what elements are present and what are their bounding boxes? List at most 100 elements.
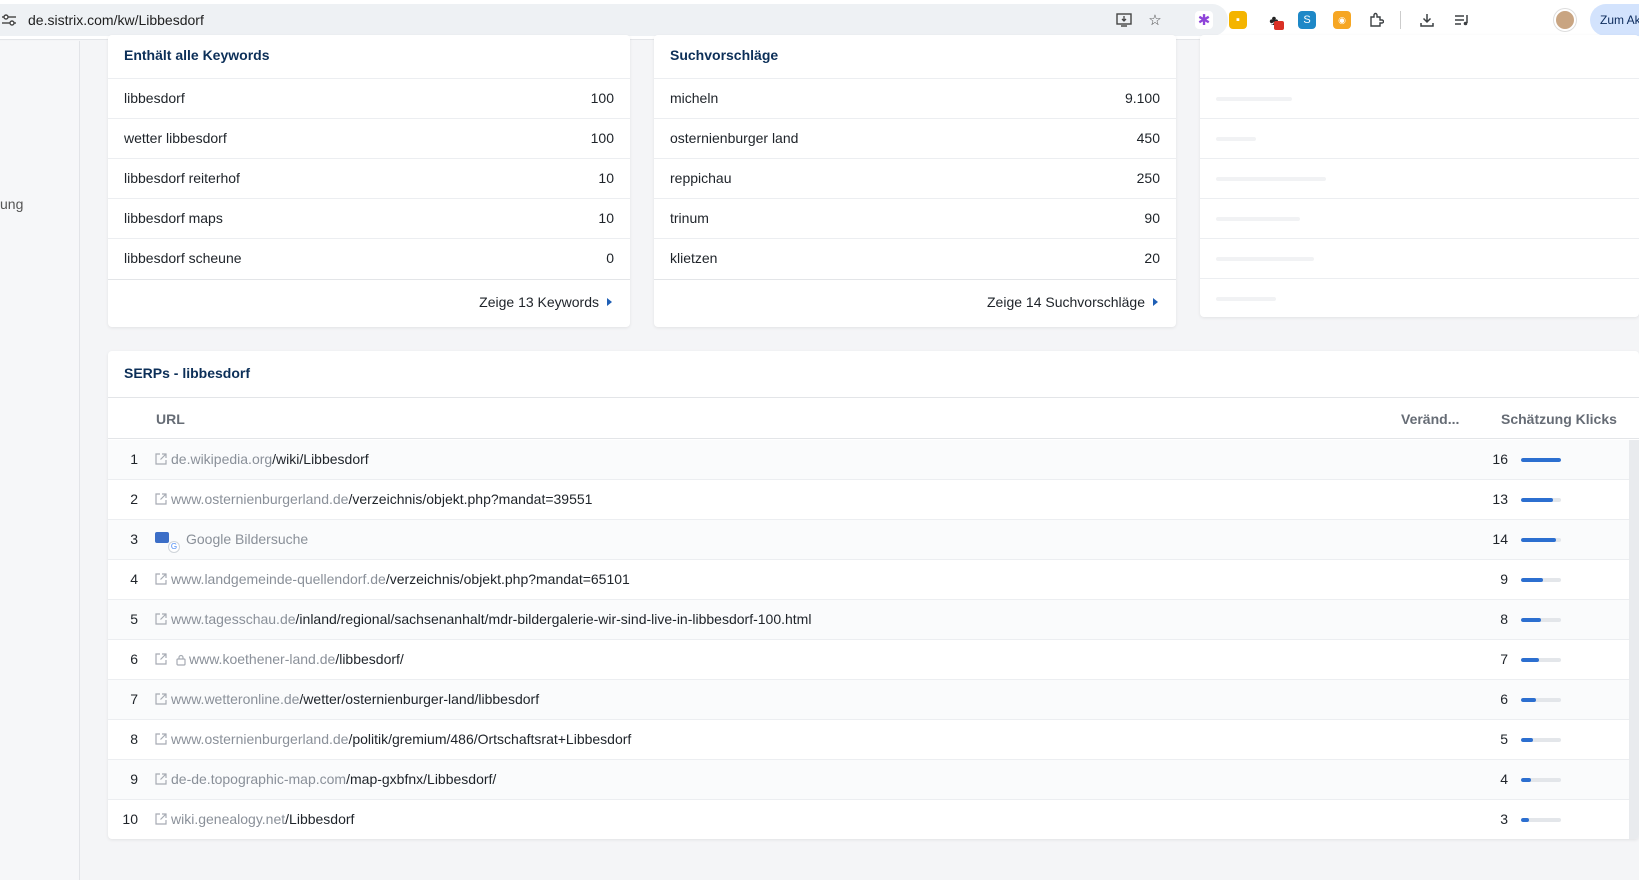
- serp-url-link[interactable]: www.osternienburgerland.de/politik/gremi…: [171, 731, 631, 747]
- placeholder-row: [1200, 118, 1639, 158]
- clicks-bar-fill: [1521, 538, 1557, 542]
- clicks-bar-fill: [1521, 818, 1529, 822]
- media-playlist-icon[interactable]: [1452, 10, 1472, 30]
- clicks-bar-fill: [1521, 458, 1561, 462]
- keyword-row[interactable]: wetter libbesdorf 100: [108, 118, 630, 158]
- serps-card: SERPs - libbesdorf URL Veränd... Schätzu…: [108, 351, 1639, 839]
- bookmark-star-icon[interactable]: ☆: [1146, 11, 1164, 29]
- keyword-row[interactable]: libbesdorf 100: [108, 78, 630, 118]
- keyword-name[interactable]: wetter libbesdorf: [124, 130, 227, 146]
- serp-row[interactable]: 4 www.landgemeinde-quellendorf.de/verzeic…: [108, 560, 1639, 600]
- keywords-card-footer: Zeige 13 Keywords: [108, 279, 630, 327]
- serp-url-link[interactable]: www.wetteronline.de/wetter/osternienburg…: [171, 691, 539, 707]
- suggestion-row[interactable]: osternienburger land 450: [654, 118, 1176, 158]
- serp-row[interactable]: 10 wiki.genealogy.net/Libbesdorf 3: [108, 800, 1639, 839]
- extensions-puzzle-icon[interactable]: [1366, 10, 1386, 30]
- lock-icon: [175, 653, 187, 666]
- keyword-row[interactable]: libbesdorf maps 10: [108, 198, 630, 238]
- suggestion-row[interactable]: klietzen 20: [654, 238, 1176, 278]
- serp-url-link[interactable]: Google Bildersuche: [186, 531, 308, 547]
- serp-clicks-value: 5: [1500, 731, 1508, 747]
- serp-url-host: wiki.genealogy.net: [171, 811, 286, 827]
- extension-orange-icon[interactable]: ◉: [1333, 11, 1351, 29]
- serp-row[interactable]: 2 www.osternienburgerland.de/verzeichnis/…: [108, 480, 1639, 520]
- show-suggestions-label: Zeige 14 Suchvorschläge: [987, 294, 1145, 310]
- serp-url-link[interactable]: de-de.topographic-map.com/map-gxbfnx/Lib…: [171, 771, 496, 787]
- browser-toolbar: de.sistrix.com/kw/Libbesdorf ☆ ✱ ▪ ♣ S ◉…: [0, 0, 1639, 40]
- keyword-name[interactable]: libbesdorf: [124, 90, 185, 106]
- column-header-url[interactable]: URL: [156, 411, 185, 427]
- sidebar-item-label[interactable]: ung: [0, 196, 23, 212]
- install-app-icon[interactable]: [1115, 11, 1133, 29]
- column-header-change[interactable]: Veränd...: [1401, 411, 1459, 427]
- keyword-name[interactable]: libbesdorf maps: [124, 210, 223, 226]
- suggestion-name[interactable]: micheln: [670, 90, 718, 106]
- serp-clicks-value: 16: [1492, 451, 1508, 467]
- suggestion-row[interactable]: trinum 90: [654, 198, 1176, 238]
- show-keywords-link[interactable]: Zeige 13 Keywords: [479, 294, 612, 310]
- external-link-icon[interactable]: [155, 493, 167, 505]
- suggestions-card-title: Suchvorschläge: [670, 47, 779, 63]
- column-header-clicks[interactable]: Schätzung Klicks: [1501, 411, 1617, 427]
- serp-rank: 10: [122, 811, 138, 827]
- keyword-name[interactable]: libbesdorf reiterhof: [124, 170, 240, 186]
- serp-clicks-value: 9: [1500, 571, 1508, 587]
- caret-right-icon: [607, 298, 612, 306]
- external-link-icon[interactable]: [155, 733, 167, 745]
- placeholder-bar: [1216, 177, 1326, 181]
- serp-url-host: Google Bildersuche: [186, 531, 309, 547]
- serp-row[interactable]: 1 de.wikipedia.org/wiki/Libbesdorf 16: [108, 440, 1639, 480]
- clicks-bar-fill: [1521, 698, 1537, 702]
- external-link-icon[interactable]: [155, 653, 167, 665]
- suggestion-name[interactable]: reppichau: [670, 170, 732, 186]
- suggestion-row[interactable]: reppichau 250: [654, 158, 1176, 198]
- serp-url-host: de-de.topographic-map.com: [171, 771, 347, 787]
- external-link-icon[interactable]: [155, 573, 167, 585]
- serp-rank: 2: [130, 491, 138, 507]
- keyword-row[interactable]: libbesdorf scheune 0: [108, 238, 630, 278]
- site-settings-icon[interactable]: [2, 14, 16, 26]
- serp-row[interactable]: 7 www.wetteronline.de/wetter/osternienbur…: [108, 680, 1639, 720]
- serp-url-link[interactable]: www.tagesschau.de/inland/regional/sachse…: [171, 611, 811, 627]
- show-suggestions-link[interactable]: Zeige 14 Suchvorschläge: [987, 294, 1158, 310]
- serp-row[interactable]: 8 www.osternienburgerland.de/politik/grem…: [108, 720, 1639, 760]
- keyword-name[interactable]: libbesdorf scheune: [124, 250, 242, 266]
- serp-url-link[interactable]: wiki.genealogy.net/Libbesdorf: [171, 811, 354, 827]
- profile-button[interactable]: Zum Ak: [1590, 4, 1639, 36]
- extension-blue-icon[interactable]: S: [1298, 11, 1316, 29]
- serp-row[interactable]: 5 www.tagesschau.de/inland/regional/sachs…: [108, 600, 1639, 640]
- row-edge-marker: [1629, 760, 1639, 800]
- downloads-icon[interactable]: [1417, 10, 1437, 30]
- keywords-card: Enthält alle Keywords libbesdorf 100 wet…: [108, 35, 630, 327]
- address-bar[interactable]: de.sistrix.com/kw/Libbesdorf ☆: [0, 4, 1228, 36]
- placeholder-row: [1200, 158, 1639, 198]
- serp-rank: 6: [130, 651, 138, 667]
- suggestion-name[interactable]: trinum: [670, 210, 709, 226]
- extension-purple-icon[interactable]: ✱: [1195, 11, 1213, 29]
- serp-url-path: /politik/gremium/486/Ortschaftsrat+Libbe…: [348, 731, 632, 747]
- sidebar: ung: [0, 41, 80, 880]
- extension-yellow-icon[interactable]: ▪: [1229, 11, 1247, 29]
- external-link-icon[interactable]: [155, 773, 167, 785]
- serp-row[interactable]: 9 de-de.topographic-map.com/map-gxbfnx/Li…: [108, 760, 1639, 800]
- serp-url-link[interactable]: www.osternienburgerland.de/verzeichnis/o…: [171, 491, 592, 507]
- suggestion-value: 450: [1136, 130, 1160, 146]
- suggestion-name[interactable]: klietzen: [670, 250, 717, 266]
- suggestion-name[interactable]: osternienburger land: [670, 130, 798, 146]
- external-link-icon[interactable]: [155, 693, 167, 705]
- clicks-bar-track: [1521, 658, 1561, 662]
- suggestion-row[interactable]: micheln 9.100: [654, 78, 1176, 118]
- serp-url-link[interactable]: www.koethener-land.de/libbesdorf/: [189, 651, 404, 667]
- keyword-row[interactable]: libbesdorf reiterhof 10: [108, 158, 630, 198]
- external-link-icon[interactable]: [155, 453, 167, 465]
- serp-row[interactable]: 6 www.koethener-land.de/libbesdorf/7: [108, 640, 1639, 680]
- url-text[interactable]: de.sistrix.com/kw/Libbesdorf: [28, 12, 204, 28]
- serp-url-link[interactable]: de.wikipedia.org/wiki/Libbesdorf: [171, 451, 369, 467]
- serp-clicks-value: 7: [1500, 651, 1508, 667]
- external-link-icon[interactable]: [155, 813, 167, 825]
- clicks-bar-fill: [1521, 498, 1554, 502]
- external-link-icon[interactable]: [155, 613, 167, 625]
- serp-row[interactable]: 3 G Google Bildersuche 14: [108, 520, 1639, 560]
- serp-url-link[interactable]: www.landgemeinde-quellendorf.de/verzeich…: [171, 571, 630, 587]
- profile-avatar-icon[interactable]: [1554, 9, 1576, 31]
